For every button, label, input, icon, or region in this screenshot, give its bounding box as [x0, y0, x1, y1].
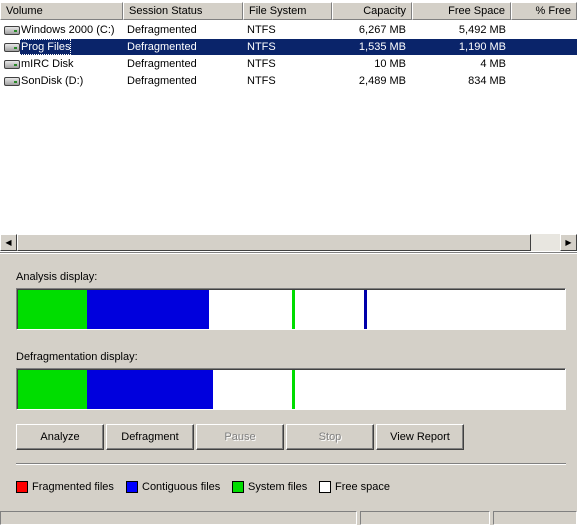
- volume-free-space: 1,190 MB: [458, 41, 506, 53]
- column-file-system-header[interactable]: File System: [243, 2, 332, 20]
- volume-capacity: 6,267 MB: [358, 24, 406, 36]
- list-header: Volume Session Status File System Capaci…: [0, 2, 577, 20]
- status-panel: [360, 511, 490, 525]
- analyze-button[interactable]: Analyze: [16, 424, 104, 450]
- volume-row[interactable]: Windows 2000 (C:) Defragmented NTFS 6,26…: [0, 22, 577, 38]
- hard-drive-icon: [4, 60, 20, 69]
- legend-free-label: Free space: [335, 481, 391, 493]
- column-free-space-header[interactable]: Free Space: [412, 2, 511, 20]
- legend-system: System files: [232, 480, 307, 494]
- legend-contiguous: Contiguous files: [126, 480, 220, 494]
- volume-free-space: 5,492 MB: [458, 24, 506, 36]
- legend-fragmented: Fragmented files: [16, 480, 114, 494]
- legend-separator: [16, 463, 566, 465]
- volume-capacity: 2,489 MB: [358, 75, 406, 87]
- defrag-contiguous-files-band: [87, 370, 213, 409]
- system-swatch: [232, 481, 244, 493]
- status-bar: [0, 509, 577, 525]
- analysis-contiguous-files-band: [87, 290, 209, 329]
- volume-free-space: 834 MB: [468, 75, 506, 87]
- hard-drive-icon: [4, 77, 20, 86]
- hard-drive-icon: [4, 43, 20, 52]
- volume-row[interactable]: mIRC Disk Defragmented NTFS 10 MB 4 MB: [0, 56, 577, 72]
- pause-button[interactable]: Pause: [196, 424, 284, 450]
- free-space-swatch: [319, 481, 331, 493]
- fragmented-swatch: [16, 481, 28, 493]
- volume-file-system: NTFS: [247, 75, 276, 87]
- horizontal-scrollbar[interactable]: ◀ ▶: [0, 234, 577, 251]
- status-panel: [0, 511, 357, 525]
- scrollbar-thumb[interactable]: [17, 234, 531, 251]
- legend-system-label: System files: [248, 481, 308, 493]
- volume-capacity: 1,535 MB: [358, 41, 406, 53]
- volume-list[interactable]: Volume Session Status File System Capaci…: [0, 0, 577, 252]
- analysis-system-files-band: [18, 290, 87, 329]
- volume-file-system: NTFS: [247, 24, 276, 36]
- status-panel: [493, 511, 577, 525]
- volume-capacity: 10 MB: [374, 58, 406, 70]
- volume-status: Defragmented: [127, 75, 197, 87]
- volume-free-space: 4 MB: [480, 58, 506, 70]
- column-session-status-header[interactable]: Session Status: [123, 2, 243, 20]
- column-percent-free-header[interactable]: % Free: [511, 2, 577, 20]
- scroll-right-button[interactable]: ▶: [560, 234, 577, 251]
- legend-contiguous-label: Contiguous files: [142, 481, 221, 493]
- arrow-right-icon: ▶: [565, 238, 572, 247]
- volume-name: mIRC Disk: [21, 58, 74, 70]
- volume-status: Defragmented: [127, 58, 197, 70]
- arrow-left-icon: ◀: [5, 238, 12, 247]
- hard-drive-icon: [4, 26, 20, 35]
- contiguous-swatch: [126, 481, 138, 493]
- volume-row[interactable]: SonDisk (D:) Defragmented NTFS 2,489 MB …: [0, 73, 577, 89]
- defrag-system-files-band: [18, 370, 87, 409]
- defragmentation-display: [16, 368, 566, 410]
- volume-file-system: NTFS: [247, 41, 276, 53]
- analysis-contiguous-files-band: [364, 290, 367, 329]
- legend-free: Free space: [319, 480, 390, 494]
- volume-name: Windows 2000 (C:): [21, 24, 115, 36]
- analysis-display: [16, 288, 566, 330]
- defragment-button[interactable]: Defragment: [106, 424, 194, 450]
- volume-file-system: NTFS: [247, 58, 276, 70]
- analysis-system-files-band: [292, 290, 295, 329]
- volume-name: Prog Files: [21, 41, 71, 53]
- volume-name: SonDisk (D:): [21, 75, 84, 87]
- view-report-button[interactable]: View Report: [376, 424, 464, 450]
- column-capacity-header[interactable]: Capacity: [332, 2, 412, 20]
- scroll-left-button[interactable]: ◀: [0, 234, 17, 251]
- volume-row[interactable]: Prog Files Defragmented NTFS 1,535 MB 1,…: [0, 39, 577, 55]
- defragmentation-display-label: Defragmentation display:: [16, 351, 138, 363]
- analysis-display-label: Analysis display:: [16, 271, 98, 283]
- volume-status: Defragmented: [127, 41, 197, 53]
- column-volume-header[interactable]: Volume: [0, 2, 123, 20]
- legend-fragmented-label: Fragmented files: [32, 481, 114, 493]
- defrag-system-files-band: [292, 370, 295, 409]
- stop-button[interactable]: Stop: [286, 424, 374, 450]
- pane-divider[interactable]: [0, 252, 577, 254]
- volume-status: Defragmented: [127, 24, 197, 36]
